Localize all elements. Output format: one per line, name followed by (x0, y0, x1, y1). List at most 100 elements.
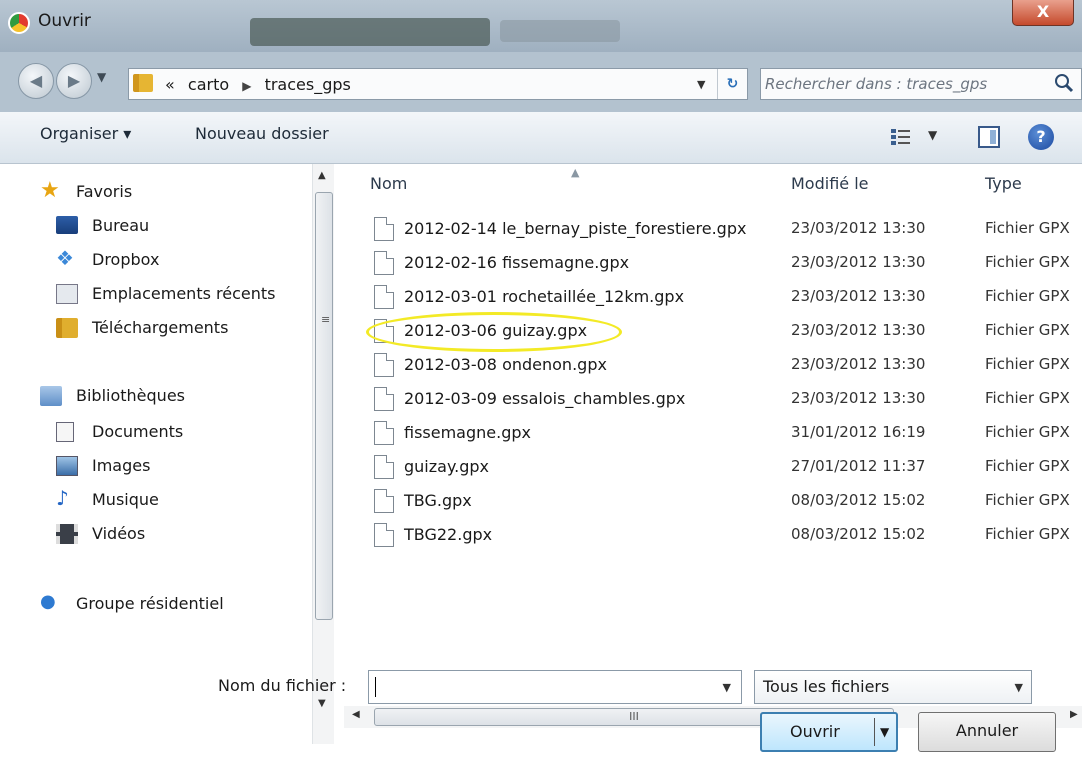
open-button-label: Ouvrir (790, 722, 840, 741)
file-row[interactable]: 2012-03-08 ondenon.gpx 23/03/2012 13:30 … (344, 348, 1082, 382)
file-date: 23/03/2012 13:30 (791, 287, 926, 305)
search-icon[interactable] (1053, 72, 1075, 94)
nav-label-dropbox: Dropbox (92, 250, 160, 269)
file-type: Fichier GPX (985, 389, 1070, 407)
file-icon (374, 523, 394, 547)
file-date: 23/03/2012 13:30 (791, 219, 926, 237)
column-header-nom[interactable]: Nom (370, 174, 407, 193)
nav-label-telechargements: Téléchargements (92, 318, 229, 337)
file-name: 2012-02-14 le_bernay_piste_forestiere.gp… (404, 219, 747, 238)
preview-pane-icon[interactable] (978, 126, 1000, 148)
breadcrumb: « carto ▶ traces_gps (165, 75, 351, 94)
text-caret (375, 677, 376, 697)
file-row[interactable]: TBG.gpx 08/03/2012 15:02 Fichier GPX (344, 484, 1082, 518)
file-type: Fichier GPX (985, 355, 1070, 373)
file-icon (374, 285, 394, 309)
filter-selected-value: Tous les fichiers (763, 677, 890, 696)
file-type: Fichier GPX (985, 423, 1070, 441)
close-button[interactable]: X (1012, 0, 1074, 26)
forward-arrow-icon: ▶ (67, 71, 81, 90)
file-date: 23/03/2012 13:30 (791, 389, 926, 407)
breadcrumb-overflow[interactable]: « (165, 75, 175, 94)
file-date: 27/01/2012 11:37 (791, 457, 926, 475)
nav-label-musique: Musique (92, 490, 159, 509)
navigation-pane: ★ Favoris Bureau ❖ Dropbox Emplacements … (0, 164, 334, 744)
file-name: fissemagne.gpx (404, 423, 531, 442)
file-date: 23/03/2012 13:30 (791, 355, 926, 373)
folder-icon (133, 74, 153, 92)
open-options-dropdown-icon[interactable]: ▼ (880, 714, 889, 750)
address-dropdown-icon[interactable]: ▼ (697, 78, 705, 91)
nav-label-favoris: Favoris (76, 182, 133, 201)
nav-label-groupe: Groupe résidentiel (76, 594, 224, 613)
scroll-left-arrow-icon[interactable]: ◀ (352, 709, 360, 720)
file-type: Fichier GPX (985, 219, 1070, 237)
address-row: ◀ ▶ ▼ « carto ▶ traces_gps ▼ ↻ (0, 52, 1082, 112)
file-type: Fichier GPX (985, 321, 1070, 339)
music-icon: ♪ (56, 486, 69, 510)
open-button[interactable]: Ouvrir ▼ (760, 712, 898, 752)
file-row[interactable]: 2012-02-16 fissemagne.gpx 23/03/2012 13:… (344, 246, 1082, 280)
view-options-icon[interactable] (890, 128, 912, 146)
column-header-modifie[interactable]: Modifié le (791, 174, 869, 193)
star-icon: ★ (40, 178, 60, 203)
libraries-icon (40, 386, 62, 406)
file-icon (374, 353, 394, 377)
file-date: 23/03/2012 13:30 (791, 253, 926, 271)
breadcrumb-separator-icon[interactable]: ▶ (242, 79, 251, 93)
downloads-folder-icon (56, 318, 78, 338)
grip-icon: ≡ (321, 313, 331, 326)
title-bar: Ouvrir X (0, 0, 1082, 52)
file-date: 08/03/2012 15:02 (791, 525, 926, 543)
file-icon (374, 421, 394, 445)
search-input[interactable] (765, 73, 1035, 95)
file-name: 2012-03-09 essalois_chambles.gpx (404, 389, 686, 408)
documents-icon (56, 422, 74, 442)
file-date: 23/03/2012 13:30 (791, 321, 926, 339)
file-row[interactable]: 2012-03-09 essalois_chambles.gpx 23/03/2… (344, 382, 1082, 416)
file-date: 31/01/2012 16:19 (791, 423, 926, 441)
dropbox-icon: ❖ (56, 246, 74, 270)
homegroup-icon: ● (40, 591, 56, 612)
back-arrow-icon: ◀ (29, 71, 43, 90)
file-date: 08/03/2012 15:02 (791, 491, 926, 509)
new-folder-button[interactable]: Nouveau dossier (195, 124, 329, 143)
recent-places-icon (56, 284, 78, 304)
breadcrumb-traces-gps[interactable]: traces_gps (265, 75, 351, 94)
file-type-filter-select[interactable]: Tous les fichiers ▼ (754, 670, 1032, 704)
scroll-up-arrow-icon[interactable]: ▲ (318, 170, 326, 181)
column-header-type[interactable]: Type (985, 174, 1022, 193)
file-name: 2012-02-16 fissemagne.gpx (404, 253, 630, 272)
forward-button[interactable]: ▶ (56, 63, 92, 99)
back-button[interactable]: ◀ (18, 63, 54, 99)
scroll-down-arrow-icon[interactable]: ▼ (318, 698, 326, 709)
file-list: ▲ Nom Modifié le Type 2012-02-14 le_bern… (344, 164, 1082, 744)
blurred-title-region (250, 18, 490, 46)
file-row[interactable]: TBG22.gpx 08/03/2012 15:02 Fichier GPX (344, 518, 1082, 552)
recent-locations-dropdown[interactable]: ▼ (97, 70, 106, 84)
nav-label-bureau: Bureau (92, 216, 150, 235)
search-box (760, 68, 1082, 100)
file-type: Fichier GPX (985, 457, 1070, 475)
file-name: TBG22.gpx (404, 525, 493, 544)
address-bar[interactable]: « carto ▶ traces_gps ▼ ↻ (128, 68, 748, 100)
scroll-right-arrow-icon[interactable]: ▶ (1070, 709, 1078, 720)
cancel-button[interactable]: Annuler (918, 712, 1056, 752)
file-row[interactable]: fissemagne.gpx 31/01/2012 16:19 Fichier … (344, 416, 1082, 450)
filename-label: Nom du fichier : (218, 676, 347, 695)
filename-input[interactable]: ▼ (368, 670, 742, 704)
file-type: Fichier GPX (985, 253, 1070, 271)
organiser-button[interactable]: Organiser ▾ (40, 124, 131, 143)
view-dropdown-icon[interactable]: ▼ (928, 128, 937, 142)
breadcrumb-carto[interactable]: carto (188, 75, 229, 94)
help-icon[interactable]: ? (1028, 124, 1054, 150)
file-icon (374, 489, 394, 513)
file-row[interactable]: guizay.gpx 27/01/2012 11:37 Fichier GPX (344, 450, 1082, 484)
file-row[interactable]: 2012-02-14 le_bernay_piste_forestiere.gp… (344, 212, 1082, 246)
file-name: guizay.gpx (404, 457, 489, 476)
refresh-icon[interactable]: ↻ (717, 69, 747, 99)
navigation-scrollbar[interactable]: ▲ ≡ ▼ (312, 164, 334, 744)
filename-history-dropdown-icon[interactable]: ▼ (723, 681, 731, 694)
scrollbar-thumb[interactable]: ≡ (315, 192, 333, 620)
file-row[interactable]: 2012-03-01 rochetaillée_12km.gpx 23/03/2… (344, 280, 1082, 314)
